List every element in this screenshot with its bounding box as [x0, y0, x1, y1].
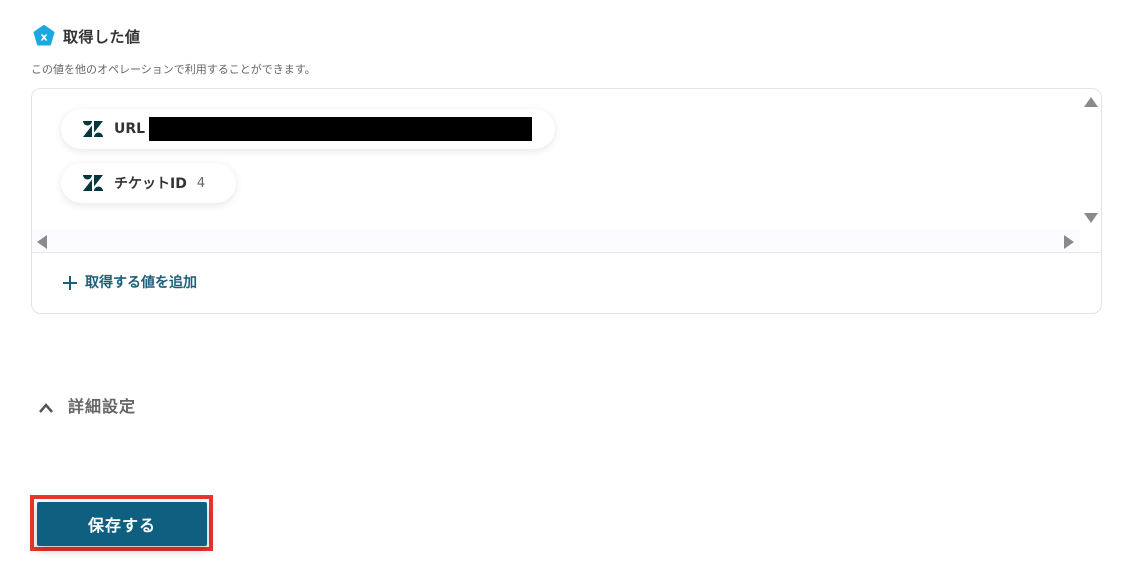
value-chip-url[interactable]: URL [61, 109, 555, 149]
redacted-value [149, 117, 533, 141]
section-header: x 取得した値 [33, 25, 141, 47]
scroll-down-arrow-icon[interactable] [1084, 213, 1098, 223]
add-value-button[interactable]: 取得する値を追加 [63, 272, 197, 292]
values-box: URL チケットID 4 取得する値を追加 [31, 88, 1102, 314]
values-scroll-area[interactable]: URL チケットID 4 [32, 89, 1101, 253]
vertical-scrollbar[interactable] [1080, 89, 1101, 230]
zendesk-icon [83, 121, 103, 137]
page: x 取得した値 この値を他のオペレーションで利用することができます。 URL チ… [0, 0, 1138, 577]
advanced-settings-label: 詳細設定 [68, 397, 137, 416]
advanced-settings-toggle[interactable]: 詳細設定 [38, 393, 136, 417]
zendesk-icon [83, 175, 103, 191]
yoom-badge-icon: x [33, 25, 55, 47]
value-label: URL [114, 121, 146, 137]
add-value-label: 取得する値を追加 [85, 275, 197, 291]
svg-text:x: x [40, 31, 47, 44]
save-button[interactable]: 保存する [37, 502, 207, 546]
value-label: チケットID [114, 176, 187, 192]
section-title: 取得した値 [63, 27, 141, 46]
scroll-left-arrow-icon[interactable] [37, 235, 47, 249]
scroll-right-arrow-icon[interactable] [1064, 235, 1074, 249]
horizontal-scrollbar[interactable] [32, 230, 1080, 251]
chevron-up-icon [38, 399, 54, 413]
section-description: この値を他のオペレーションで利用することができます。 [31, 63, 316, 76]
plus-icon [63, 275, 77, 290]
scroll-up-arrow-icon[interactable] [1084, 97, 1098, 107]
value-text: 4 [196, 175, 206, 191]
value-chip-ticket-id[interactable]: チケットID 4 [61, 163, 236, 203]
